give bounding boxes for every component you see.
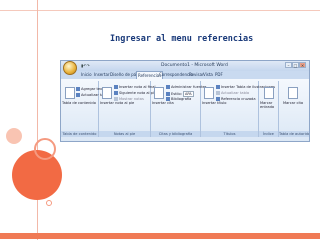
group-label-index: Índice — [259, 131, 278, 137]
caption-icon — [204, 87, 214, 99]
window-title: Documento1 - Microsoft Word — [161, 63, 228, 68]
mark-entry-button[interactable]: Marcar entrada — [260, 101, 278, 109]
insert-footnote-button[interactable]: Insertar nota al pie — [100, 101, 134, 105]
next-footnote-button[interactable]: Siguiente nota al pie — [114, 91, 156, 95]
group-label-footnotes: Notas al pie — [99, 131, 150, 137]
office-button[interactable] — [63, 61, 77, 75]
table-of-figures-icon — [216, 85, 220, 89]
minimize-button[interactable]: – — [285, 62, 292, 68]
toc-button[interactable]: Tabla de contenido — [62, 101, 96, 105]
mark-citation-button[interactable]: Marcar cita — [283, 101, 305, 105]
footnote-icon — [102, 87, 112, 99]
group-index: Marcar entrada Índice — [259, 81, 279, 137]
decor-circle-ring — [34, 138, 56, 160]
insert-endnote-button[interactable]: Insertar nota al final — [114, 85, 155, 89]
tab-inicio[interactable]: Inicio — [81, 72, 92, 77]
show-notes-icon — [114, 97, 118, 101]
group-toc: Tabla de contenido Agregar texto Actuali… — [61, 81, 109, 137]
bibliography-label: Bibliografía — [171, 97, 192, 101]
citation-icon — [154, 87, 164, 99]
bibliography-icon — [166, 97, 170, 101]
next-footnote-icon — [114, 91, 118, 95]
show-notes-button[interactable]: Mostrar notas — [114, 97, 144, 101]
group-label-toc: Tabla de contenido — [61, 131, 98, 137]
style-icon — [166, 92, 170, 96]
group-footnotes: Insertar nota al pie Insertar nota al fi… — [99, 81, 156, 137]
close-button[interactable]: × — [299, 62, 306, 68]
insert-citation-button[interactable]: Insertar cita — [152, 101, 174, 105]
toc-icon — [65, 87, 75, 99]
cross-reference-button[interactable]: Referencia cruzada — [216, 97, 256, 101]
update-figures-table-button[interactable]: Actualizar tabla — [216, 91, 249, 95]
update-icon — [76, 93, 80, 97]
word-window: ▮↶↷ Documento1 - Microsoft Word – □ × In… — [60, 60, 310, 142]
decor-circle-tiny — [46, 200, 52, 206]
top-rule — [0, 10, 320, 11]
mark-entry-icon — [264, 87, 274, 99]
insert-caption-button[interactable]: Insertar título — [202, 101, 226, 105]
slide-title: Ingresar al menu referencias — [110, 34, 254, 44]
bottom-bar — [0, 233, 320, 239]
cross-reference-label: Referencia cruzada — [221, 97, 256, 101]
group-citations: Insertar cita Administrar fuentes Estilo… — [151, 81, 207, 137]
group-captions: Insertar título Insertar Tabla de ilustr… — [201, 81, 275, 137]
vertical-rule — [37, 0, 38, 240]
group-label-captions: Títulos — [201, 131, 258, 137]
tab-correspondencia[interactable]: Correspondencia — [159, 72, 193, 77]
group-label-citations: Citas y bibliografía — [151, 131, 200, 137]
bibliography-button[interactable]: Bibliografía — [166, 97, 191, 101]
decor-circle-large — [12, 150, 62, 200]
decor-circle-medium — [6, 128, 22, 144]
endnote-label: Insertar nota al final — [119, 85, 156, 89]
tab-vista[interactable]: Vista — [203, 72, 213, 77]
group-authorities: Marcar cita Tabla de autoridades — [279, 81, 309, 137]
endnote-icon — [114, 85, 118, 89]
mark-citation-icon — [288, 87, 298, 99]
maximize-button[interactable]: □ — [292, 62, 299, 68]
style-label: Estilo: — [171, 92, 182, 96]
group-label-authorities: Tabla de autoridades — [279, 131, 309, 137]
cross-reference-icon — [216, 97, 220, 101]
update-figures-label: Actualizar tabla — [221, 91, 250, 95]
manage-sources-icon — [166, 85, 170, 89]
tab-revisar[interactable]: Revisar — [189, 72, 204, 77]
tab-pdf[interactable]: PDF — [215, 72, 223, 77]
quick-access-toolbar[interactable]: ▮↶↷ — [81, 63, 90, 68]
show-notes-label: Mostrar notas — [119, 97, 144, 101]
tab-insertar[interactable]: Insertar — [94, 72, 110, 77]
update-figures-icon — [216, 91, 220, 95]
add-text-icon — [76, 87, 80, 91]
